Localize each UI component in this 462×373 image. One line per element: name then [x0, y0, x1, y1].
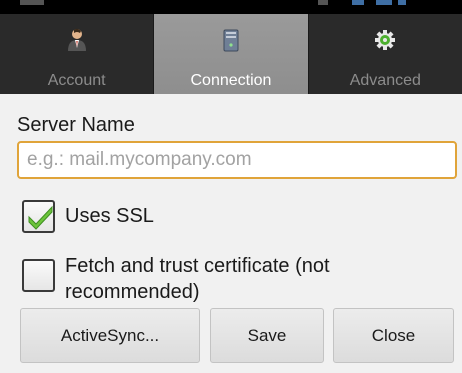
- trust-certificate-label-line2: recommended): [65, 281, 200, 303]
- checkmark-icon: [28, 205, 53, 230]
- server-tower-icon: [223, 29, 239, 52]
- server-name-input[interactable]: [17, 141, 457, 179]
- uses-ssl-checkbox[interactable]: [22, 200, 55, 233]
- connection-settings-panel: Server Name Uses SSL Fetch and trust cer…: [0, 94, 462, 373]
- wifi-icon: [352, 0, 364, 5]
- tab-advanced-label: Advanced: [349, 72, 421, 89]
- tab-connection[interactable]: Connection: [154, 14, 309, 94]
- tab-connection-label: Connection: [190, 72, 272, 89]
- activesync-button[interactable]: ActiveSync...: [20, 308, 200, 363]
- battery-icon: [398, 0, 406, 5]
- action-button-row: ActiveSync... Save Close: [20, 308, 454, 363]
- gear-icon: [375, 30, 396, 50]
- status-bar: [0, 0, 462, 14]
- server-name-label: Server Name: [17, 114, 135, 136]
- tab-account[interactable]: Account: [0, 14, 155, 94]
- tab-bar: Account Connection Advanced: [0, 14, 462, 94]
- trust-certificate-row[interactable]: Fetch and trust certificate (not recomme…: [22, 253, 330, 305]
- uses-ssl-label: Uses SSL: [65, 205, 154, 227]
- tab-account-label: Account: [47, 72, 106, 89]
- alarm-icon: [318, 0, 328, 5]
- close-button[interactable]: Close: [333, 308, 454, 363]
- trust-certificate-label: Fetch and trust certificate (not recomme…: [65, 253, 330, 305]
- notification-icon: [20, 0, 44, 5]
- save-button[interactable]: Save: [210, 308, 324, 363]
- uses-ssl-row[interactable]: Uses SSL: [22, 200, 154, 233]
- signal-icon: [376, 0, 392, 5]
- account-person-icon: [67, 28, 86, 51]
- trust-certificate-label-line1: Fetch and trust certificate (not: [65, 255, 330, 277]
- trust-certificate-checkbox[interactable]: [22, 259, 55, 292]
- tab-advanced[interactable]: Advanced: [309, 14, 462, 94]
